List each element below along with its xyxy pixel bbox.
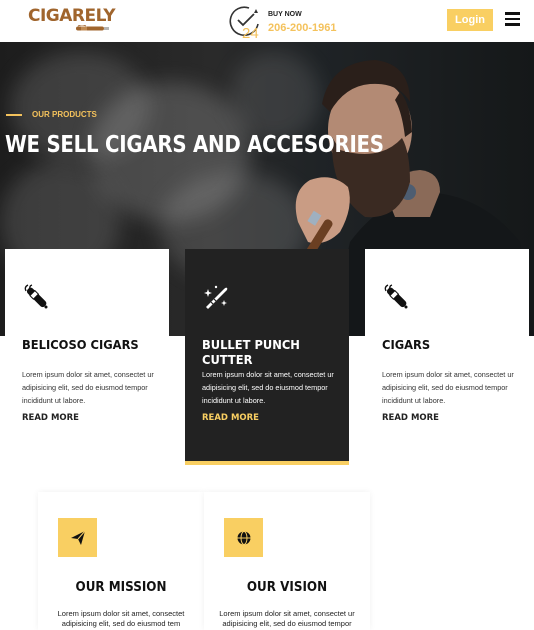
- eyebrow-line: [6, 113, 22, 116]
- vision-text: Lorem ipsum dolor sit amet, consectet ur…: [204, 609, 370, 629]
- mission-text-line2: adipisicing elit, sed do eiusmod tem: [61, 619, 181, 628]
- mission-text-line1: Lorem ipsum dolor sit amet, consectet: [57, 609, 185, 618]
- logo-text: CIGARELY: [28, 6, 116, 26]
- mission-box: OUR MISSION Lorem ipsum dolor sit amet, …: [38, 492, 204, 630]
- vision-text-line1: Lorem ipsum dolor sit amet, consectet ur: [219, 609, 355, 618]
- buy-now-label: BUY NOW: [268, 11, 302, 18]
- clock-24-icon: 24: [229, 6, 259, 39]
- login-button[interactable]: Login: [447, 9, 493, 31]
- active-card-accent-bar: [185, 461, 349, 465]
- cigar-icon: [384, 284, 408, 309]
- paper-plane-icon: [58, 518, 97, 557]
- hero-eyebrow: OUR PRODUCTS: [6, 110, 97, 119]
- card-title: BULLET PUNCH CUTTER: [202, 337, 300, 367]
- svg-text:24: 24: [242, 25, 259, 39]
- mission-title: OUR MISSION: [75, 580, 167, 595]
- site-header: CIGARELY 24 BUY NOW 206-200-1961 Login: [0, 0, 534, 42]
- read-more-link[interactable]: READ MORE: [202, 413, 259, 423]
- card-title: BELICOSO CIGARS: [22, 337, 139, 352]
- eyebrow-text: OUR PRODUCTS: [32, 110, 97, 119]
- card-bullet-punch-cutter: BULLET PUNCH CUTTER Lorem ipsum dolor si…: [185, 249, 349, 465]
- card-text: Lorem ipsum dolor sit amet, consectet ur…: [382, 370, 514, 405]
- card-text: Lorem ipsum dolor sit amet, consectet ur…: [22, 370, 154, 405]
- mission-text: Lorem ipsum dolor sit amet, consectet ad…: [38, 609, 204, 629]
- card-belicoso-cigars: BELICOSO CIGARS Lorem ipsum dolor sit am…: [5, 249, 169, 459]
- card-text: Lorem ipsum dolor sit amet, consectet ur…: [202, 370, 334, 405]
- read-more-link[interactable]: READ MORE: [22, 413, 79, 423]
- bullet-cutter-icon: [204, 285, 228, 309]
- vision-text-line2: adipisicing elit, sed do eiusmod tempor: [222, 619, 352, 628]
- read-more-link[interactable]: READ MORE: [382, 413, 439, 423]
- card-title: CIGARS: [382, 337, 431, 352]
- vision-box: OUR VISION Lorem ipsum dolor sit amet, c…: [204, 492, 370, 630]
- menu-icon[interactable]: [505, 12, 520, 26]
- logo-cigar-icon: [76, 25, 109, 31]
- phone-number[interactable]: 206-200-1961: [268, 22, 337, 34]
- cigarely-logo[interactable]: CIGARELY: [28, 6, 116, 35]
- cigar-icon: [24, 284, 48, 309]
- vision-title: OUR VISION: [246, 580, 328, 595]
- hero-title: WE SELL CIGARS AND ACCESORIES: [5, 132, 384, 158]
- card-cigars: CIGARS Lorem ipsum dolor sit amet, conse…: [365, 249, 529, 459]
- globe-icon: [224, 518, 263, 557]
